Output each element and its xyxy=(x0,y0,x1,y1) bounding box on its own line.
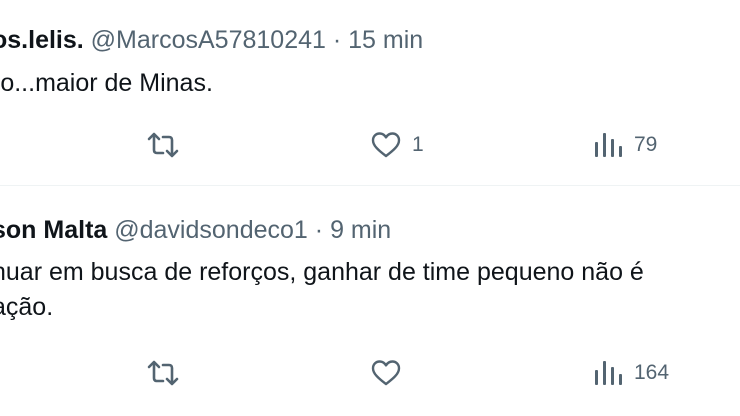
author-handle[interactable]: @MarcosA57810241 xyxy=(91,26,326,54)
heart-icon xyxy=(371,132,401,158)
tweet-header: son Malta @davidsondeco1 · 9 min xyxy=(0,215,391,245)
retweet-icon xyxy=(147,360,179,386)
retweet-button[interactable] xyxy=(146,125,190,165)
retweet-button[interactable] xyxy=(146,353,190,393)
tweet-actions: 164 xyxy=(0,353,740,393)
separator: · xyxy=(314,216,324,244)
tweet-actions: 1 79 xyxy=(0,125,740,165)
views-button[interactable]: 79 xyxy=(594,125,657,165)
author-handle[interactable]: @davidsondeco1 xyxy=(114,216,308,244)
views-count: 79 xyxy=(634,133,658,156)
like-button[interactable] xyxy=(370,353,412,393)
tweet-divider xyxy=(0,185,740,186)
tweet-text-line: nuar em busca de reforços, ganhar de tim… xyxy=(0,258,644,286)
like-button[interactable]: 1 xyxy=(370,125,424,165)
author-name[interactable]: son Malta xyxy=(0,216,107,244)
views-button[interactable]: 164 xyxy=(594,353,669,393)
tweet-text: nuar em busca de reforços, ganhar de tim… xyxy=(0,255,644,325)
like-count: 1 xyxy=(412,133,424,156)
tweet-text-line: ro...maior de Minas. xyxy=(0,69,213,97)
timestamp[interactable]: 9 min xyxy=(330,216,391,244)
tweet[interactable]: son Malta @davidsondeco1 · 9 min nuar em… xyxy=(0,187,740,416)
tweet-text-line: ação. xyxy=(0,293,54,321)
heart-icon xyxy=(371,360,401,386)
tweet[interactable]: os.lelis. @MarcosA57810241 · 15 min ro..… xyxy=(0,0,740,186)
views-count: 164 xyxy=(634,361,670,384)
tweet-text: ro...maior de Minas. xyxy=(0,66,213,101)
views-icon xyxy=(595,361,622,385)
timestamp[interactable]: 15 min xyxy=(348,26,423,54)
retweet-icon xyxy=(147,132,179,158)
views-icon xyxy=(595,133,622,157)
separator: · xyxy=(332,26,342,54)
author-name[interactable]: os.lelis. xyxy=(0,26,84,54)
tweet-header: os.lelis. @MarcosA57810241 · 15 min xyxy=(0,25,423,55)
